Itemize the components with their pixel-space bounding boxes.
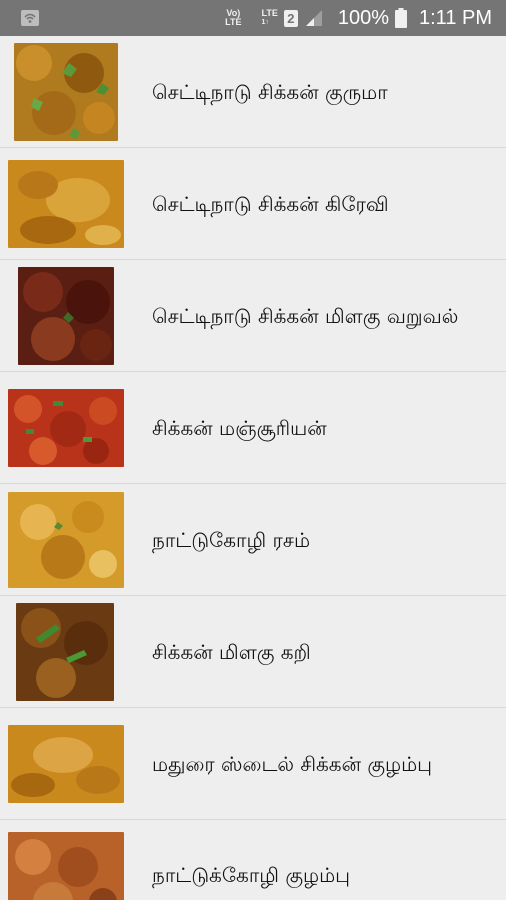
recipe-thumbnail bbox=[14, 42, 118, 141]
sim-slot-badge: 2 bbox=[283, 9, 298, 27]
lte-signal-indicator: LTE 1↑ bbox=[261, 8, 278, 27]
recipe-title: சிக்கன் மஞ்சூரியன் bbox=[152, 415, 327, 440]
recipe-list-item[interactable]: செட்டிநாடு சிக்கன் குருமா bbox=[0, 36, 506, 148]
battery-percent: 100% bbox=[337, 6, 389, 29]
recipe-list-item[interactable]: செட்டிநாடு சிக்கன் கிரேவி bbox=[0, 148, 506, 260]
recipe-thumbnail bbox=[8, 724, 124, 803]
recipe-list-item[interactable]: மதுரை ஸ்டைல் சிக்கன் குழம்பு bbox=[0, 708, 506, 820]
recipe-list[interactable]: செட்டிநாடு சிக்கன் குருமா செட்டிநாடு சிக… bbox=[0, 36, 506, 900]
recipe-thumbnail bbox=[8, 388, 124, 467]
recipe-title: நாட்டுகோழி ரசம் bbox=[152, 527, 311, 552]
recipe-list-item[interactable]: சிக்கன் மஞ்சூரியன் bbox=[0, 372, 506, 484]
recipe-thumbnail bbox=[8, 491, 124, 588]
recipe-title: செட்டிநாடு சிக்கன் கிரேவி bbox=[152, 191, 389, 216]
recipe-title: மதுரை ஸ்டைல் சிக்கன் குழம்பு bbox=[152, 751, 433, 776]
recipe-list-item[interactable]: நாட்டுகோழி ரசம் bbox=[0, 484, 506, 596]
battery-icon bbox=[395, 8, 407, 28]
recipe-thumbnail bbox=[8, 159, 124, 248]
recipe-list-item[interactable]: சிக்கன் மிளகு கறி bbox=[0, 596, 506, 708]
recipe-title: செட்டிநாடு சிக்கன் குருமா bbox=[152, 79, 388, 104]
status-bar: Vo) LTE LTE 1↑ 2 100% 1:11 PM bbox=[0, 0, 506, 36]
recipe-title: நாட்டுக்கோழி குழம்பு bbox=[152, 863, 351, 887]
clock: 1:11 PM bbox=[419, 6, 492, 29]
notification-app-icon bbox=[20, 9, 40, 27]
volte-indicator: Vo) LTE bbox=[225, 8, 242, 27]
recipe-thumbnail bbox=[8, 832, 124, 900]
cell-signal-icon bbox=[304, 9, 324, 27]
recipe-list-item[interactable]: செட்டிநாடு சிக்கன் மிளகு வறுவல் bbox=[0, 260, 506, 372]
recipe-title: சிக்கன் மிளகு கறி bbox=[152, 639, 311, 664]
recipe-thumbnail bbox=[18, 266, 114, 365]
recipe-title: செட்டிநாடு சிக்கன் மிளகு வறுவல் bbox=[152, 303, 459, 328]
recipe-thumbnail bbox=[16, 602, 114, 701]
recipe-list-item[interactable]: நாட்டுக்கோழி குழம்பு bbox=[0, 820, 506, 900]
